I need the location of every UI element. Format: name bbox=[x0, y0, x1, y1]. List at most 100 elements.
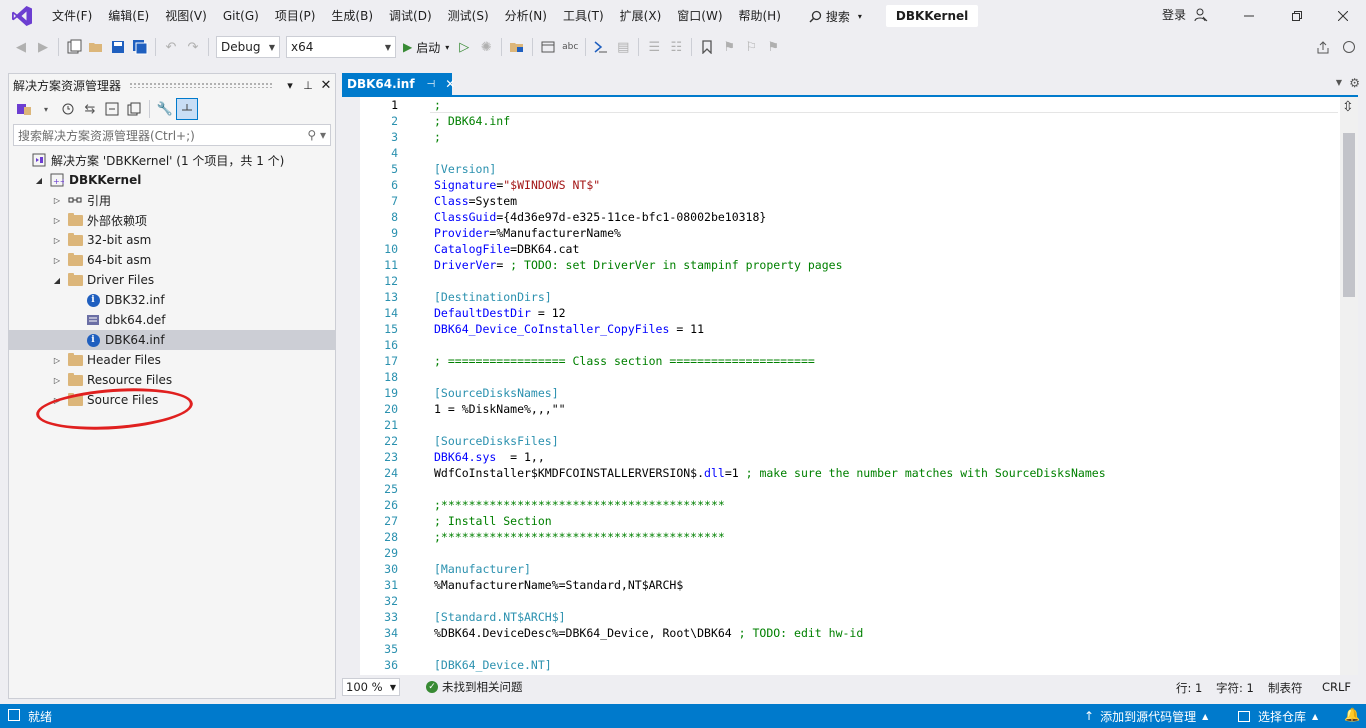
code-line[interactable]: [Manufacturer] bbox=[434, 561, 1338, 577]
menu-item[interactable]: 生成(B) bbox=[323, 0, 381, 32]
menu-item[interactable]: 扩展(X) bbox=[612, 0, 670, 32]
properties-wrench-icon[interactable]: 🔧 bbox=[154, 98, 176, 120]
menu-item[interactable]: 视图(V) bbox=[157, 0, 215, 32]
code-line[interactable]: ; Install Section bbox=[434, 513, 1338, 529]
minimize-button[interactable] bbox=[1226, 0, 1272, 32]
code-line[interactable]: Signature="$WINDOWS NT$" bbox=[434, 177, 1338, 193]
start-debugging-button[interactable]: ▶ 启动 ▾ bbox=[399, 36, 453, 58]
tree-item[interactable]: ▷ Header Files bbox=[9, 350, 335, 370]
expanded-arrow-icon[interactable]: ◢ bbox=[33, 176, 45, 185]
sync-icon[interactable]: ⇆ bbox=[79, 98, 101, 120]
code-line[interactable]: ;***************************************… bbox=[434, 529, 1338, 545]
code-line[interactable]: DBK64.sys = 1,, bbox=[434, 449, 1338, 465]
tree-item[interactable]: ▷ Source Files bbox=[9, 390, 335, 410]
visual-studio-logo-icon[interactable] bbox=[0, 0, 44, 32]
code-line[interactable]: Provider=%ManufacturerName% bbox=[434, 225, 1338, 241]
save-icon[interactable] bbox=[107, 36, 129, 58]
tree-item[interactable]: ◢ ++ DBKKernel bbox=[9, 170, 335, 190]
open-file-icon[interactable] bbox=[85, 36, 107, 58]
collapsed-arrow-icon[interactable]: ▷ bbox=[51, 396, 63, 405]
code-line[interactable]: ; DBK64.inf bbox=[434, 113, 1338, 129]
tree-item[interactable]: dbk64.def bbox=[9, 310, 335, 330]
previous-bookmark-icon[interactable]: ⚑ bbox=[718, 36, 740, 58]
sign-in-link[interactable]: 登录 bbox=[1162, 6, 1186, 23]
solution-search-input[interactable]: 搜索解决方案资源管理器(Ctrl+;) ⚲ ▾ bbox=[13, 124, 331, 146]
code-line[interactable] bbox=[434, 369, 1338, 385]
global-search[interactable]: 搜索 ▾ bbox=[801, 4, 870, 28]
gear-icon[interactable]: ⚙ bbox=[1349, 76, 1360, 90]
spell-check-icon[interactable]: abc bbox=[559, 36, 581, 58]
menu-item[interactable]: 测试(S) bbox=[440, 0, 497, 32]
step-icon[interactable] bbox=[590, 36, 612, 58]
menu-item[interactable]: 编辑(E) bbox=[100, 0, 157, 32]
tree-item[interactable]: i DBK32.inf bbox=[9, 290, 335, 310]
code-line[interactable]: [SourceDisksFiles] bbox=[434, 433, 1338, 449]
menu-item[interactable]: 项目(P) bbox=[267, 0, 324, 32]
code-line[interactable]: ; ================= Class section ======… bbox=[434, 353, 1338, 369]
code-line[interactable]: CatalogFile=DBK64.cat bbox=[434, 241, 1338, 257]
menu-item[interactable]: 文件(F) bbox=[44, 0, 100, 32]
collapsed-arrow-icon[interactable]: ▷ bbox=[51, 236, 63, 245]
window-layout-icon[interactable] bbox=[537, 36, 559, 58]
issues-indicator[interactable]: ✓ 未找到相关问题 bbox=[426, 679, 523, 695]
tree-item[interactable]: ▷ 外部依赖项 bbox=[9, 210, 335, 230]
code-line[interactable] bbox=[434, 545, 1338, 561]
code-line[interactable]: DBK64_Device_CoInstaller_CopyFiles = 11 bbox=[434, 321, 1338, 337]
comment-out-icon[interactable]: ☰ bbox=[643, 36, 665, 58]
code-line[interactable] bbox=[434, 593, 1338, 609]
scrollbar-thumb[interactable] bbox=[1343, 133, 1355, 297]
collapsed-arrow-icon[interactable]: ▷ bbox=[51, 196, 63, 205]
expanded-arrow-icon[interactable]: ◢ bbox=[51, 276, 63, 285]
redo-icon[interactable]: ↷ bbox=[182, 36, 204, 58]
undo-icon[interactable]: ↶ bbox=[160, 36, 182, 58]
menu-item[interactable]: Git(G) bbox=[215, 0, 267, 32]
close-window-button[interactable] bbox=[1320, 0, 1366, 32]
code-line[interactable]: Class=System bbox=[434, 193, 1338, 209]
code-line[interactable]: ClassGuid={4d36e97d-e325-11ce-bfc1-08002… bbox=[434, 209, 1338, 225]
menu-item[interactable]: 调试(D) bbox=[381, 0, 440, 32]
close-icon[interactable]: ✕ bbox=[317, 78, 335, 93]
menu-item[interactable]: 工具(T) bbox=[555, 0, 612, 32]
add-to-source-control-button[interactable]: ↑ 添加到源代码管理 ▲ bbox=[1084, 704, 1208, 728]
tree-item[interactable]: ▷ 引用 bbox=[9, 190, 335, 210]
code-line[interactable] bbox=[434, 145, 1338, 161]
vertical-scrollbar[interactable]: ⇳ bbox=[1340, 97, 1358, 675]
live-share-icon[interactable] bbox=[1312, 36, 1334, 58]
code-line[interactable] bbox=[434, 641, 1338, 657]
code-line[interactable]: CopyFiles=Drivers_Dir bbox=[434, 673, 1338, 675]
pin-icon[interactable]: ⊥ bbox=[299, 79, 317, 92]
show-all-files-icon[interactable] bbox=[123, 98, 145, 120]
collapsed-arrow-icon[interactable]: ▷ bbox=[51, 256, 63, 265]
switch-views-icon[interactable] bbox=[13, 98, 35, 120]
tree-item[interactable]: ▷ 32-bit asm bbox=[9, 230, 335, 250]
feedback-icon[interactable] bbox=[1338, 36, 1360, 58]
solution-platform-select[interactable]: x64 ▼ bbox=[286, 36, 396, 58]
line-position[interactable]: 行: 1 bbox=[1176, 680, 1202, 696]
drag-handle[interactable] bbox=[129, 82, 273, 88]
code-line[interactable]: [Standard.NT$ARCH$] bbox=[434, 609, 1338, 625]
indent-mode[interactable]: 制表符 bbox=[1268, 680, 1303, 696]
menu-item[interactable]: 窗口(W) bbox=[669, 0, 730, 32]
tab-dbk64-inf[interactable]: DBK64.inf ⊣ ✕ bbox=[342, 73, 455, 95]
code-line[interactable] bbox=[434, 481, 1338, 497]
line-ending[interactable]: CRLF bbox=[1322, 680, 1351, 694]
panel-options-chevron-icon[interactable]: ▾ bbox=[281, 79, 299, 92]
preview-selected-icon[interactable] bbox=[176, 98, 198, 120]
code-line[interactable]: %DBK64.DeviceDesc%=DBK64_Device, Root\DB… bbox=[434, 625, 1338, 641]
code-line[interactable]: %ManufacturerName%=Standard,NT$ARCH$ bbox=[434, 577, 1338, 593]
code-editor[interactable]: 1 2 3 4 5 6 7 8 9 10 11 12 13 14 15 16 17 18 19 20 21 22 23 24 2… bbox=[342, 95, 1358, 675]
uncomment-icon[interactable]: ☷ bbox=[665, 36, 687, 58]
collapsed-arrow-icon[interactable]: ▷ bbox=[51, 356, 63, 365]
menu-item[interactable]: 帮助(H) bbox=[731, 0, 789, 32]
history-icon[interactable] bbox=[57, 98, 79, 120]
home-icon[interactable]: ▾ bbox=[35, 98, 57, 120]
code-lines[interactable]: ;; DBK64.inf; [Version] Signature="$WINDOW… bbox=[430, 97, 1338, 675]
code-line[interactable]: ; bbox=[430, 97, 1338, 113]
folder-view-icon[interactable] bbox=[506, 36, 528, 58]
save-all-icon[interactable] bbox=[129, 36, 151, 58]
char-position[interactable]: 字符: 1 bbox=[1216, 680, 1254, 696]
notifications-bell-icon[interactable]: 🔔 bbox=[1344, 708, 1360, 723]
collapsed-arrow-icon[interactable]: ▷ bbox=[51, 216, 63, 225]
output-window-icon[interactable] bbox=[8, 709, 20, 721]
tree-item[interactable]: ▷ Resource Files bbox=[9, 370, 335, 390]
